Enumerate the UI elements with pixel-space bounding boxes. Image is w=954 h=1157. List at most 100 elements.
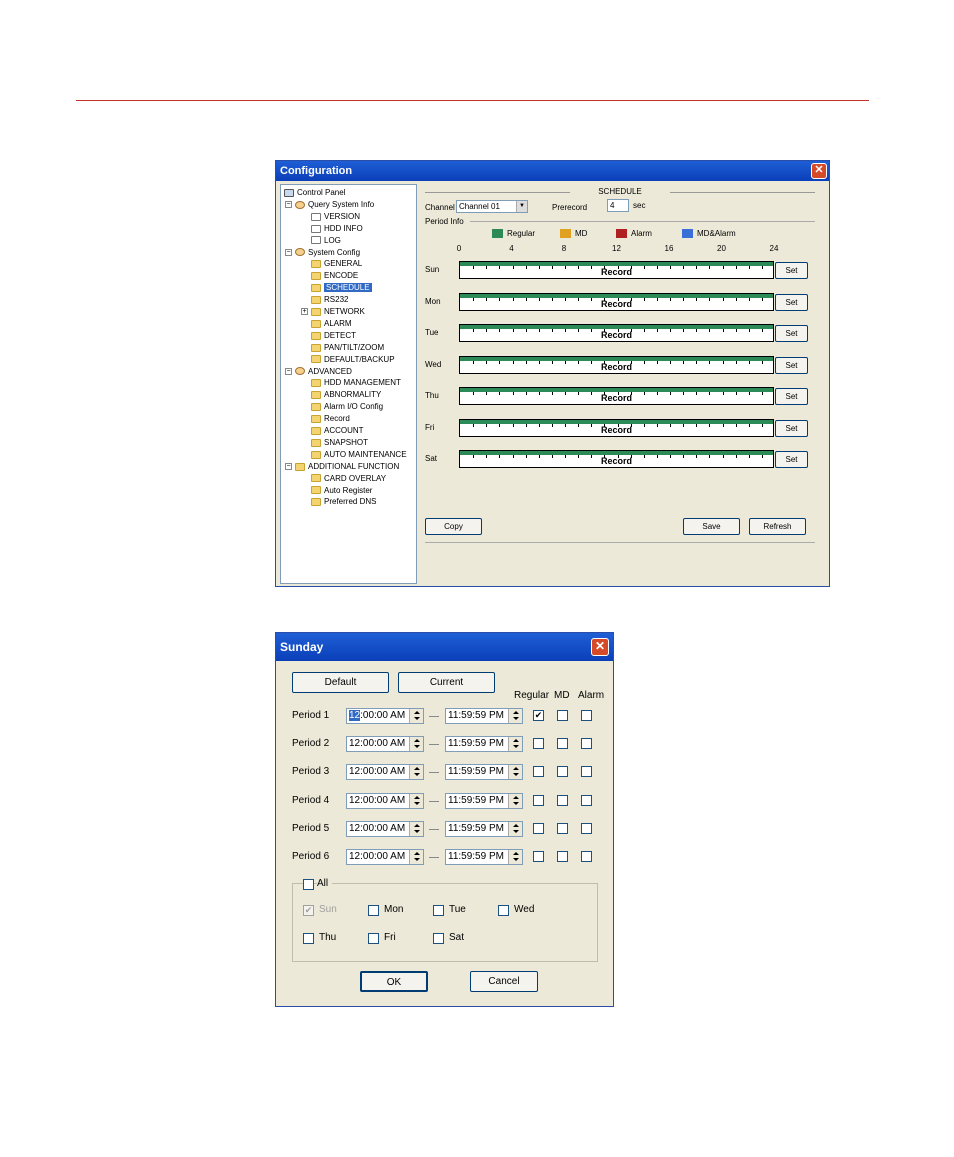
- period-end-time[interactable]: 11:59:59 PM: [445, 764, 523, 781]
- tree-item-3[interactable]: VERSION: [311, 211, 360, 223]
- tree-item-19[interactable]: Alarm I/O Config: [311, 401, 383, 413]
- tree-item-24[interactable]: ADDITIONAL FUNCTION: [295, 461, 399, 473]
- period-end-time[interactable]: 11:59:59 PM: [445, 820, 523, 837]
- period-start-time[interactable]: 12:00:00 AM: [346, 849, 424, 865]
- period-regular-checkbox[interactable]: [533, 822, 544, 834]
- spinner-icon[interactable]: [508, 737, 522, 752]
- tree-item-26[interactable]: Auto Register: [311, 485, 372, 497]
- tree-item-1[interactable]: Control Panel: [284, 187, 345, 199]
- day-timeline-bar[interactable]: Record: [459, 450, 774, 468]
- period-start-time[interactable]: 12:00:00 AM: [346, 820, 424, 837]
- period-regular-checkbox[interactable]: [533, 766, 544, 778]
- period-regular-checkbox[interactable]: [533, 738, 544, 750]
- period-md-checkbox[interactable]: [557, 738, 568, 750]
- period-end-time[interactable]: 11:59:59 PM: [445, 849, 523, 865]
- ok-button[interactable]: OK: [360, 971, 428, 992]
- set-button[interactable]: Set: [775, 356, 808, 374]
- all-checkbox[interactable]: [303, 879, 314, 890]
- set-button[interactable]: Set: [775, 293, 808, 311]
- tree-item-9[interactable]: SCHEDULE: [311, 282, 372, 294]
- day-timeline-bar[interactable]: Record: [459, 387, 774, 405]
- day-timeline-bar[interactable]: Record: [459, 261, 774, 279]
- tree-item-17[interactable]: HDD MANAGEMENT: [311, 377, 401, 389]
- chevron-down-icon[interactable]: ▼: [516, 201, 527, 212]
- spinner-icon[interactable]: [508, 821, 522, 836]
- period-md-checkbox[interactable]: [557, 766, 568, 778]
- set-button[interactable]: Set: [775, 325, 808, 342]
- day-timeline-bar[interactable]: Record: [459, 324, 774, 342]
- collapse-icon[interactable]: −: [285, 200, 292, 208]
- spinner-icon[interactable]: [508, 793, 522, 808]
- tree-item-14[interactable]: PAN/TILT/ZOOM: [311, 342, 384, 354]
- tree-item-21[interactable]: ACCOUNT: [311, 425, 364, 437]
- period-regular-checkbox[interactable]: ✔: [533, 710, 544, 721]
- refresh-button[interactable]: Refresh: [749, 518, 806, 535]
- tree-item-6[interactable]: System Config: [295, 247, 360, 259]
- prerecord-input[interactable]: 4: [607, 199, 629, 212]
- period-regular-checkbox[interactable]: [533, 794, 544, 806]
- period-alarm-checkbox[interactable]: [581, 794, 592, 806]
- save-button[interactable]: Save: [683, 518, 740, 535]
- period-start-time[interactable]: 12:00:00 AM: [346, 736, 424, 753]
- period-start-time[interactable]: 12:00:00 AM: [346, 708, 424, 724]
- period-start-time[interactable]: 12:00:00 AM: [346, 792, 424, 809]
- period-alarm-checkbox[interactable]: [581, 710, 592, 721]
- period-regular-checkbox[interactable]: [533, 851, 544, 862]
- collapse-icon[interactable]: −: [285, 248, 292, 256]
- period-md-checkbox[interactable]: [557, 710, 568, 721]
- day-timeline-bar[interactable]: Record: [459, 355, 774, 374]
- tree-item-10[interactable]: RS232: [311, 294, 348, 306]
- channel-select[interactable]: Channel 01 ▼: [456, 200, 528, 213]
- tree-item-11[interactable]: NETWORK: [311, 306, 365, 318]
- spinner-icon[interactable]: [409, 850, 423, 864]
- period-md-checkbox[interactable]: [557, 822, 568, 834]
- spinner-icon[interactable]: [508, 709, 522, 723]
- spinner-icon[interactable]: [409, 821, 423, 836]
- day-timeline-bar[interactable]: Record: [459, 292, 774, 311]
- spinner-icon[interactable]: [409, 737, 423, 752]
- current-button[interactable]: Current: [398, 672, 495, 693]
- weekday-checkbox-mon[interactable]: [368, 905, 379, 916]
- close-icon[interactable]: ✕: [811, 163, 827, 179]
- expand-icon[interactable]: +: [301, 308, 308, 315]
- tree-item-18[interactable]: ABNORMALITY: [311, 389, 381, 401]
- period-end-time[interactable]: 11:59:59 PM: [445, 792, 523, 809]
- tree-item-22[interactable]: SNAPSHOT: [311, 437, 368, 449]
- close-icon[interactable]: ✕: [591, 638, 609, 656]
- tree-item-15[interactable]: DEFAULT/BACKUP: [311, 354, 395, 366]
- tree-item-4[interactable]: HDD INFO: [311, 223, 363, 235]
- tree-item-2[interactable]: Query System Info: [295, 199, 374, 211]
- spinner-icon[interactable]: [409, 765, 423, 780]
- weekday-checkbox-sat[interactable]: [433, 933, 444, 944]
- spinner-icon[interactable]: [409, 793, 423, 808]
- tree-item-13[interactable]: DETECT: [311, 330, 356, 342]
- period-alarm-checkbox[interactable]: [581, 738, 592, 750]
- spinner-icon[interactable]: [409, 709, 423, 723]
- tree-item-25[interactable]: CARD OVERLAY: [311, 473, 386, 485]
- default-button[interactable]: Default: [292, 672, 389, 693]
- copy-button[interactable]: Copy: [425, 518, 482, 535]
- period-md-checkbox[interactable]: [557, 851, 568, 862]
- period-alarm-checkbox[interactable]: [581, 851, 592, 862]
- weekday-checkbox-fri[interactable]: [368, 933, 379, 944]
- period-alarm-checkbox[interactable]: [581, 766, 592, 778]
- weekday-checkbox-tue[interactable]: [433, 905, 444, 916]
- collapse-icon[interactable]: −: [285, 367, 292, 375]
- spinner-icon[interactable]: [508, 765, 522, 780]
- collapse-icon[interactable]: −: [285, 462, 292, 470]
- tree-item-23[interactable]: AUTO MAINTENANCE: [311, 449, 407, 461]
- period-alarm-checkbox[interactable]: [581, 822, 592, 834]
- set-button[interactable]: Set: [775, 419, 808, 437]
- set-button[interactable]: Set: [775, 451, 808, 468]
- period-end-time[interactable]: 11:59:59 PM: [445, 736, 523, 753]
- tree-item-27[interactable]: Preferred DNS: [311, 496, 376, 508]
- tree-item-16[interactable]: ADVANCED: [295, 366, 352, 378]
- tree-item-5[interactable]: LOG: [311, 235, 341, 247]
- tree-item-8[interactable]: ENCODE: [311, 270, 358, 282]
- tree-item-12[interactable]: ALARM: [311, 318, 352, 330]
- tree-item-20[interactable]: Record: [311, 413, 350, 425]
- period-md-checkbox[interactable]: [557, 794, 568, 806]
- weekday-checkbox-thu[interactable]: [303, 933, 314, 944]
- set-button[interactable]: Set: [775, 388, 808, 405]
- spinner-icon[interactable]: [508, 850, 522, 864]
